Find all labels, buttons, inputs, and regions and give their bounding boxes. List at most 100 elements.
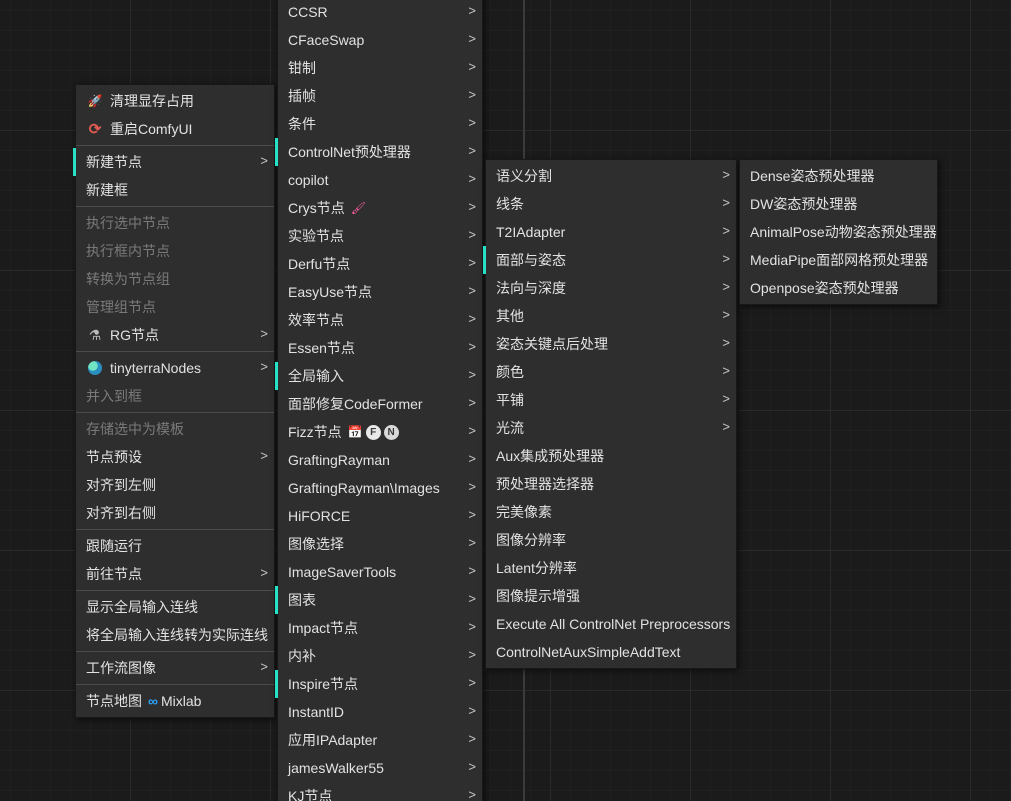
l3-item-6[interactable]: 姿态关键点后处理 [486,330,736,358]
menu-item-label: 管理组节点 [86,297,156,317]
root-item-0-1[interactable]: ⟳重启ComfyUI [76,115,274,143]
l4-item-4[interactable]: Openpose姿态预处理器 [740,274,937,302]
l3-item-2[interactable]: T2IAdapter [486,218,736,246]
root-item-3-0[interactable]: tinyterraNodes [76,354,274,382]
l2-item-5[interactable]: ControlNet预处理器 [278,138,482,166]
l4-item-3[interactable]: MediaPipe面部网格预处理器 [740,246,937,274]
menu-item-label: 转换为节点组 [86,269,170,289]
trailing-label: Mixlab [161,693,201,709]
root-item-1-0[interactable]: 新建节点 [76,148,274,176]
l3-item-5[interactable]: 其他 [486,302,736,330]
l3-item-14[interactable]: Latent分辨率 [486,554,736,582]
root-item-6-1[interactable]: 将全局输入连线转为实际连线 [76,621,274,649]
l2-item-9[interactable]: Derfu节点 [278,250,482,278]
l2-item-19[interactable]: 图像选择 [278,530,482,558]
menu-item-label: 图像分辨率 [496,530,566,550]
root-item-7-0[interactable]: 工作流图像 [76,654,274,682]
l3-item-15[interactable]: 图像提示增强 [486,582,736,610]
menu-item-label: 存储选中为模板 [86,419,184,439]
root-item-4-3[interactable]: 对齐到右侧 [76,499,274,527]
menu-item-label: 钳制 [288,58,316,78]
l2-item-24[interactable]: Inspire节点 [278,670,482,698]
l2-item-8[interactable]: 实验节点 [278,222,482,250]
l3-item-4[interactable]: 法向与深度 [486,274,736,302]
root-item-5-0[interactable]: 跟随运行 [76,532,274,560]
l2-item-18[interactable]: HiFORCE [278,502,482,530]
menu-item-label: 前往节点 [86,564,142,584]
l2-item-14[interactable]: 面部修复CodeFormer [278,390,482,418]
l3-item-16[interactable]: Execute All ControlNet Preprocessors [486,610,736,638]
fizz-trailing: 📅FN [348,425,399,440]
context-menu-level4: Dense姿态预处理器DW姿态预处理器AnimalPose动物姿态预处理器Med… [739,159,938,305]
menu-item-label: Openpose姿态预处理器 [750,278,899,298]
l2-item-17[interactable]: GraftingRayman\Images [278,474,482,502]
menu-separator [76,651,274,652]
l2-item-13[interactable]: 全局输入 [278,362,482,390]
l2-item-12[interactable]: Essen节点 [278,334,482,362]
menu-item-label: 新建框 [86,180,128,200]
menu-item-label: 法向与深度 [496,278,566,298]
menu-item-label: 光流 [496,418,524,438]
l3-item-9[interactable]: 光流 [486,414,736,442]
menu-item-label: 姿态关键点后处理 [496,334,608,354]
l2-item-26[interactable]: 应用IPAdapter [278,726,482,754]
l4-item-0[interactable]: Dense姿态预处理器 [740,162,937,190]
restart-icon: ⟳ [86,120,104,138]
l2-item-0[interactable]: CCSR [278,0,482,26]
l3-item-12[interactable]: 完美像素 [486,498,736,526]
menu-item-label: InstantID [288,704,344,720]
root-item-2-4[interactable]: ⚗RG节点 [76,321,274,349]
l4-item-2[interactable]: AnimalPose动物姿态预处理器 [740,218,937,246]
menu-item-label: 跟随运行 [86,536,142,556]
l2-item-6[interactable]: copilot [278,166,482,194]
l3-item-0[interactable]: 语义分割 [486,162,736,190]
root-item-0-0[interactable]: 🚀清理显存占用 [76,87,274,115]
l4-item-1[interactable]: DW姿态预处理器 [740,190,937,218]
l2-item-10[interactable]: EasyUse节点 [278,278,482,306]
menu-separator [76,351,274,352]
l3-item-8[interactable]: 平铺 [486,386,736,414]
root-item-1-1[interactable]: 新建框 [76,176,274,204]
menu-item-label: 图表 [288,590,316,610]
context-menu-level2: CCSRCFaceSwap 钳制插帧条件ControlNet预处理器copilot… [277,0,483,801]
menu-item-label: ControlNetAuxSimpleAddText [496,644,680,660]
l2-item-4[interactable]: 条件 [278,110,482,138]
rocket-icon: 🚀 [86,92,104,110]
l2-item-27[interactable]: jamesWalker55 [278,754,482,782]
l2-item-15[interactable]: Fizz节点📅FN [278,418,482,446]
root-item-2-3: 管理组节点 [76,293,274,321]
root-item-8-0[interactable]: 节点地图∞Mixlab [76,687,274,715]
l2-item-3[interactable]: 插帧 [278,82,482,110]
menu-item-label: Inspire节点 [288,674,358,694]
l2-item-2[interactable]: 钳制 [278,54,482,82]
l2-item-21[interactable]: 图表 [278,586,482,614]
l3-item-3[interactable]: 面部与姿态 [486,246,736,274]
menu-separator [76,590,274,591]
l3-item-1[interactable]: 线条 [486,190,736,218]
l3-item-10[interactable]: Aux集成预处理器 [486,442,736,470]
l2-item-11[interactable]: 效率节点 [278,306,482,334]
root-item-4-2[interactable]: 对齐到左侧 [76,471,274,499]
l2-item-22[interactable]: Impact节点 [278,614,482,642]
l3-item-17[interactable]: ControlNetAuxSimpleAddText [486,638,736,666]
l2-item-20[interactable]: ImageSaverTools [278,558,482,586]
l2-item-16[interactable]: GraftingRayman [278,446,482,474]
l3-item-13[interactable]: 图像分辨率 [486,526,736,554]
l3-item-7[interactable]: 颜色 [486,358,736,386]
menu-item-trailing: ∞Mixlab [148,693,201,709]
root-item-4-1[interactable]: 节点预设 [76,443,274,471]
root-item-6-0[interactable]: 显示全局输入连线 [76,593,274,621]
menu-item-label: 图像提示增强 [496,586,580,606]
menu-separator [76,684,274,685]
menu-item-label: 面部修复CodeFormer [288,394,423,414]
l3-item-11[interactable]: 预处理器选择器 [486,470,736,498]
l2-item-23[interactable]: 内补 [278,642,482,670]
l2-item-28[interactable]: KJ节点 [278,782,482,801]
menu-item-label: 全局输入 [288,366,344,386]
l2-item-25[interactable]: InstantID [278,698,482,726]
root-item-5-1[interactable]: 前往节点 [76,560,274,588]
menu-item-label: Essen节点 [288,338,355,358]
l2-item-7[interactable]: Crys节点🖌 [278,194,482,222]
menu-item-label: tinyterraNodes [110,360,201,376]
l2-item-1[interactable]: CFaceSwap [278,26,482,54]
